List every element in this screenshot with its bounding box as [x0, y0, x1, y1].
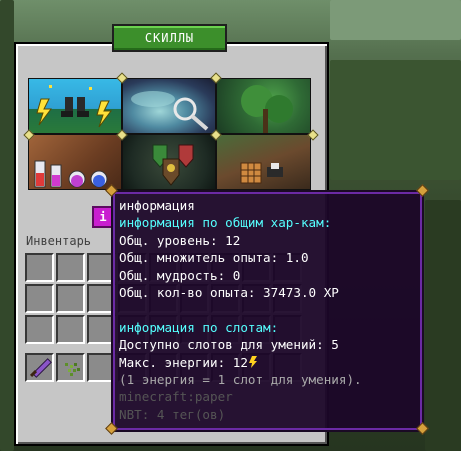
grass-patch [0, 0, 14, 451]
tooltip-slots-heading: информация по слотам: [119, 319, 279, 335]
tooltip-xp-multiplier: Общ. множитель опыта: 1.0 [119, 250, 309, 266]
tile-defense[interactable] [122, 134, 216, 190]
crafting-icon [240, 162, 283, 184]
tooltip-item-id: minecraft:paper [119, 389, 233, 405]
tooltip-max-energy: Макс. энергии: 12 [119, 354, 248, 370]
ground-patch [425, 200, 461, 451]
magnifier-icon [131, 91, 209, 131]
tab-skills[interactable]: СКИЛЛЫ [112, 24, 227, 52]
tooltip-title: информация [119, 198, 195, 213]
tooltip-stats-heading: информация по общим хар-кам: [119, 215, 332, 231]
tooltip-level: Общ. уровень: 12 [119, 232, 241, 248]
hotbar-slot[interactable] [25, 353, 54, 382]
inventory-slot[interactable] [56, 253, 85, 282]
item-tooltip: информация информация по общим хар-кам: … [111, 190, 424, 432]
inventory-label: Инвентарь [26, 234, 92, 248]
tooltip-total-xp: Общ. кол-во опыта: 37473.0 XP [119, 285, 339, 301]
inventory-slot[interactable] [25, 284, 54, 313]
inventory-slot[interactable] [25, 253, 54, 282]
tile-alchemy[interactable] [28, 134, 122, 190]
tooltip-energy-note: (1 энергия = 1 слот для умения). [119, 372, 362, 388]
tile-crafting[interactable] [216, 134, 311, 190]
tree-patch [330, 60, 461, 180]
sword-icon [27, 355, 52, 380]
tile-farming[interactable] [216, 78, 311, 134]
hotbar-slot[interactable] [56, 353, 85, 382]
shields-icon [152, 144, 194, 186]
inventory-slot[interactable] [56, 284, 85, 313]
tile-agility[interactable] [28, 78, 122, 134]
inventory-slot[interactable] [25, 315, 54, 344]
seeds-icon [58, 355, 83, 380]
tooltip-skill-slots: Доступно слотов для умений: 5 [119, 337, 339, 353]
skill-grid [28, 78, 311, 190]
sky-patch [330, 0, 461, 40]
tree-icon [241, 85, 293, 133]
inventory-slot[interactable] [56, 315, 85, 344]
tile-foraging[interactable] [122, 78, 216, 134]
tooltip-max-energy-row: Макс. энергии: 12 [119, 354, 416, 371]
lightning-boots-icon [36, 85, 112, 128]
tooltip-nbt: NBT: 4 тег(ов) [119, 406, 226, 422]
potions-icon [34, 160, 108, 188]
lightning-icon [248, 355, 257, 368]
tooltip-spacer [119, 301, 416, 318]
tooltip-wisdom: Общ. мудрость: 0 [119, 267, 241, 283]
